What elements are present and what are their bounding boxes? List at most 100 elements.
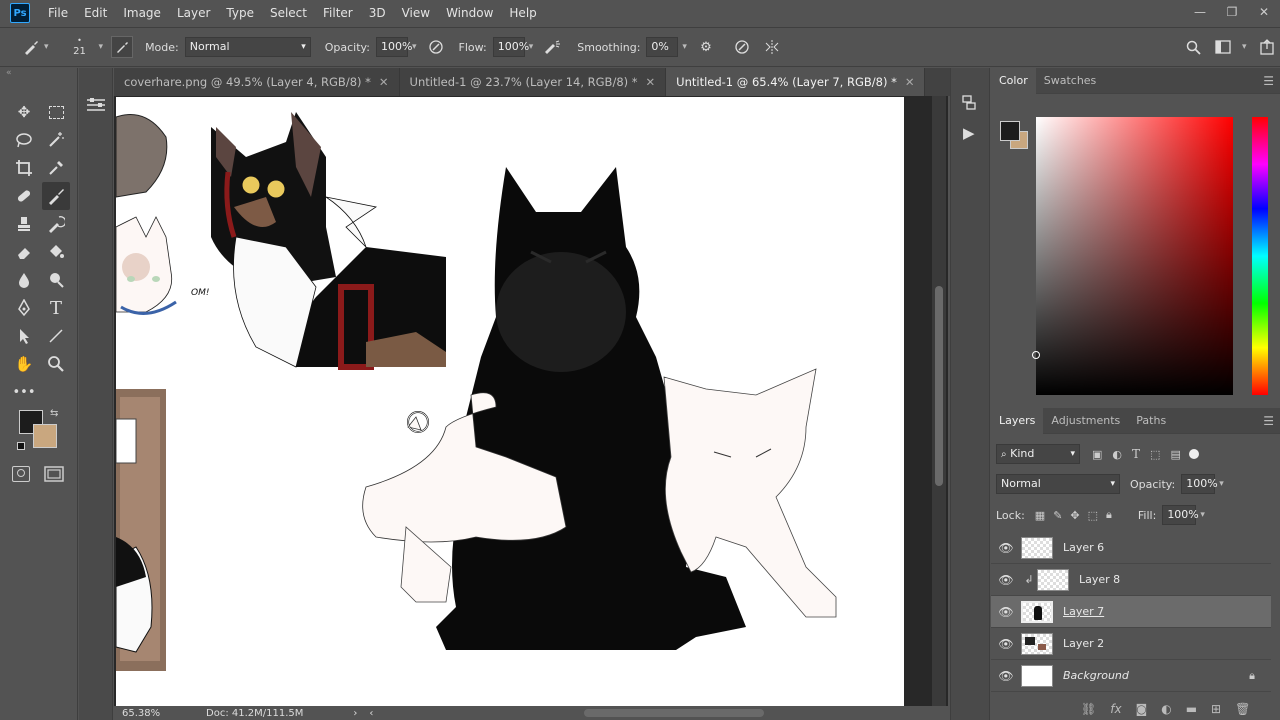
properties-panel-icon[interactable] — [85, 96, 107, 117]
pressure-size-icon[interactable] — [731, 36, 753, 58]
tab-untitled-layer14[interactable]: Untitled-1 @ 23.7% (Layer 14, RGB/8) * ✕ — [400, 68, 667, 96]
filter-adjustment-icon[interactable]: ◐ — [1112, 448, 1122, 461]
share-icon[interactable] — [1256, 36, 1278, 58]
chevron-down-icon[interactable]: ▾ — [1242, 42, 1247, 52]
tab-paths[interactable]: Paths — [1128, 408, 1174, 434]
symmetry-icon[interactable] — [761, 36, 783, 58]
filter-shape-icon[interactable]: ⬚ — [1150, 448, 1160, 461]
chevron-down-icon[interactable]: ▾ — [529, 42, 534, 52]
hand-tool-icon[interactable]: ✋ — [10, 350, 38, 378]
lock-pixels-icon[interactable]: ✎ — [1053, 509, 1062, 522]
tab-layers[interactable]: Layers — [991, 407, 1044, 434]
menu-edit[interactable]: Edit — [76, 0, 115, 26]
quick-mask-icon[interactable] — [12, 466, 30, 482]
panel-menu-icon[interactable]: ☰ — [1263, 414, 1274, 428]
new-layer-icon[interactable]: ⊞ — [1211, 702, 1221, 716]
pen-tool-icon[interactable] — [10, 294, 38, 322]
history-brush-tool-icon[interactable] — [42, 210, 70, 238]
menu-help[interactable]: Help — [501, 0, 544, 26]
filter-toggle-icon[interactable] — [1188, 449, 1199, 459]
zoom-tool-icon[interactable] — [42, 350, 70, 378]
close-icon[interactable]: ✕ — [1248, 0, 1280, 26]
menu-view[interactable]: View — [394, 0, 438, 26]
screen-mode-icon[interactable] — [44, 466, 64, 482]
smoothing-field[interactable]: 0% — [646, 37, 679, 57]
eye-icon[interactable]: 👁︎ — [991, 605, 1021, 619]
layer-row[interactable]: 👁︎ Layer 2 — [991, 628, 1271, 660]
menu-image[interactable]: Image — [115, 0, 169, 26]
menu-window[interactable]: Window — [438, 0, 501, 26]
chevron-down-icon[interactable]: ▾ — [1200, 510, 1205, 520]
gear-icon[interactable]: ⚙ — [695, 36, 717, 58]
tab-color[interactable]: Color — [991, 67, 1036, 94]
document-canvas[interactable]: OM! — [116, 97, 904, 706]
workspace-icon[interactable] — [1212, 36, 1234, 58]
layer-row[interactable]: 👁︎ Background 🔒︎ — [991, 660, 1271, 692]
eye-icon[interactable]: 👁︎ — [991, 541, 1021, 555]
hue-slider[interactable] — [1252, 117, 1268, 395]
chevron-down-icon[interactable]: ▾ — [682, 42, 687, 52]
zoom-level[interactable]: 65.38% — [122, 708, 192, 719]
layer-row[interactable]: 👁︎ ↲ Layer 8 — [991, 564, 1271, 596]
lock-artboard-icon[interactable]: ⬚ — [1088, 509, 1098, 522]
more-tools-icon[interactable]: ••• — [10, 378, 38, 406]
tab-untitled-layer7[interactable]: Untitled-1 @ 65.4% (Layer 7, RGB/8) * ✕ — [666, 68, 926, 96]
menu-3d[interactable]: 3D — [361, 0, 394, 26]
menu-select[interactable]: Select — [262, 0, 315, 26]
airbrush-icon[interactable] — [541, 36, 563, 58]
scroll-thumb[interactable] — [935, 286, 943, 486]
filter-pixel-icon[interactable]: ▣ — [1092, 448, 1102, 461]
eye-icon[interactable]: 👁︎ — [991, 573, 1021, 587]
filter-type-icon[interactable]: T — [1132, 447, 1140, 461]
play-action-icon[interactable]: ▶ — [963, 124, 975, 142]
menu-filter[interactable]: Filter — [315, 0, 361, 26]
brush-tool-icon[interactable] — [42, 182, 70, 210]
history-icon[interactable] — [961, 94, 981, 115]
eyedropper-tool-icon[interactable] — [42, 154, 70, 182]
default-colors-icon[interactable] — [17, 442, 25, 450]
magic-wand-tool-icon[interactable] — [42, 126, 70, 154]
chevron-down-icon[interactable]: ▾ — [44, 42, 49, 52]
menu-type[interactable]: Type — [218, 0, 262, 26]
blend-mode-select[interactable]: Normal ▾ — [996, 474, 1120, 494]
chevron-down-icon[interactable]: ▾ — [1219, 479, 1224, 489]
path-selection-tool-icon[interactable] — [10, 322, 38, 350]
minimize-icon[interactable]: — — [1184, 0, 1216, 26]
status-menu-icon[interactable]: › — [353, 708, 357, 719]
marquee-tool-icon[interactable] — [42, 98, 70, 126]
layer-filter-select[interactable]: ⌕ Kind ▾ — [996, 444, 1080, 464]
fill-field[interactable]: 100% — [1162, 505, 1199, 525]
lock-all-icon[interactable]: 🔒︎ — [1106, 508, 1112, 522]
color-picker-field[interactable] — [1032, 117, 1233, 395]
link-layers-icon[interactable]: ⛓︎ — [1081, 702, 1096, 716]
tab-coverhare[interactable]: coverhare.png @ 49.5% (Layer 4, RGB/8) *… — [114, 68, 400, 96]
tab-adjustments[interactable]: Adjustments — [1043, 408, 1128, 434]
filter-smart-object-icon[interactable]: ▤ — [1170, 448, 1180, 461]
brush-settings-icon[interactable] — [111, 36, 134, 58]
crop-tool-icon[interactable] — [10, 154, 38, 182]
collapse-panel-icon[interactable]: « — [6, 68, 12, 78]
flow-field[interactable]: 100% — [492, 37, 529, 57]
lasso-tool-icon[interactable] — [10, 126, 38, 154]
trash-icon[interactable]: 🗑︎ — [1235, 702, 1250, 716]
brush-tool-preset-icon[interactable] — [20, 36, 42, 58]
eraser-tool-icon[interactable] — [10, 238, 38, 266]
opacity-field[interactable]: 100% — [375, 37, 412, 57]
panel-menu-icon[interactable]: ☰ — [1263, 74, 1274, 88]
vertical-scrollbar[interactable] — [932, 96, 946, 706]
pressure-opacity-icon[interactable] — [425, 36, 447, 58]
lock-position-icon[interactable]: ✥ — [1070, 509, 1079, 522]
close-icon[interactable]: ✕ — [379, 68, 389, 96]
new-group-icon[interactable]: ▬ — [1186, 702, 1197, 716]
search-icon[interactable] — [1182, 36, 1204, 58]
stamp-tool-icon[interactable] — [10, 210, 38, 238]
layer-opacity-field[interactable]: 100% — [1181, 474, 1218, 494]
healing-brush-tool-icon[interactable] — [10, 182, 38, 210]
dodge-tool-icon[interactable] — [42, 266, 70, 294]
horizontal-scroll-thumb[interactable] — [584, 709, 764, 717]
tab-swatches[interactable]: Swatches — [1036, 68, 1105, 94]
type-tool-icon[interactable]: T — [42, 294, 70, 322]
fx-icon[interactable]: fx — [1110, 702, 1121, 716]
close-icon[interactable]: ✕ — [646, 68, 656, 96]
restore-icon[interactable]: ❐ — [1216, 0, 1248, 26]
